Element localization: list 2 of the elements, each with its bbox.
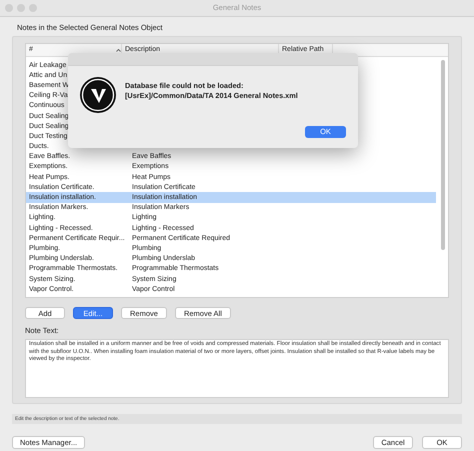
logo-icon bbox=[79, 76, 117, 114]
scrollbar-thumb[interactable] bbox=[441, 60, 445, 250]
